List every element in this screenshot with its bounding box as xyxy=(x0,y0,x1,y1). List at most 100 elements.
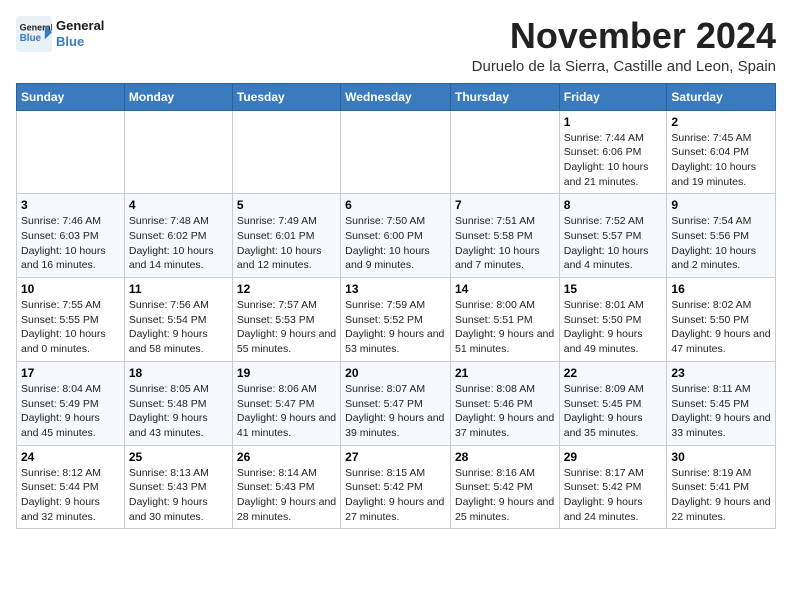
svg-text:Blue: Blue xyxy=(20,33,42,44)
calendar-table: SundayMondayTuesdayWednesdayThursdayFrid… xyxy=(16,83,776,530)
logo: General Blue General Blue xyxy=(16,16,104,52)
day-info: Sunrise: 8:04 AM Sunset: 5:49 PM Dayligh… xyxy=(21,382,120,441)
day-number: 2 xyxy=(671,115,771,129)
calendar-cell: 3 Sunrise: 7:46 AM Sunset: 6:03 PM Daylig… xyxy=(17,194,125,278)
day-number: 4 xyxy=(129,198,228,212)
calendar-cell: 2Sunrise: 7:45 AM Sunset: 6:04 PM Daylig… xyxy=(667,110,776,194)
day-number: 5 xyxy=(237,198,336,212)
day-info: Sunrise: 8:11 AM Sunset: 5:45 PM Dayligh… xyxy=(671,382,771,441)
weekday-header: Tuesday xyxy=(232,83,340,110)
day-info: Sunrise: 7:52 AM Sunset: 5:57 PM Dayligh… xyxy=(564,214,663,273)
day-number: 26 xyxy=(237,450,336,464)
calendar-cell: 10 Sunrise: 7:55 AM Sunset: 5:55 PM Dayli… xyxy=(17,278,125,362)
day-info: Sunrise: 7:50 AM Sunset: 6:00 PM Dayligh… xyxy=(345,214,446,273)
day-number: 3 xyxy=(21,198,120,212)
calendar-cell xyxy=(232,110,340,194)
calendar-cell: 25 Sunrise: 8:13 AM Sunset: 5:43 PM Dayli… xyxy=(124,445,232,529)
calendar-cell: 11 Sunrise: 7:56 AM Sunset: 5:54 PM Dayli… xyxy=(124,278,232,362)
day-number: 11 xyxy=(129,282,228,296)
day-info: Sunrise: 7:59 AM Sunset: 5:52 PM Dayligh… xyxy=(345,298,446,357)
day-number: 13 xyxy=(345,282,446,296)
calendar-cell: 19 Sunrise: 8:06 AM Sunset: 5:47 PM Dayli… xyxy=(232,361,340,445)
day-info: Sunrise: 8:01 AM Sunset: 5:50 PM Dayligh… xyxy=(564,298,663,357)
calendar-cell xyxy=(450,110,559,194)
day-number: 14 xyxy=(455,282,555,296)
day-info: Sunrise: 8:07 AM Sunset: 5:47 PM Dayligh… xyxy=(345,382,446,441)
logo-text: General Blue xyxy=(56,18,104,49)
calendar-cell: 8 Sunrise: 7:52 AM Sunset: 5:57 PM Daylig… xyxy=(559,194,667,278)
calendar-cell: 29 Sunrise: 8:17 AM Sunset: 5:42 PM Dayli… xyxy=(559,445,667,529)
day-number: 24 xyxy=(21,450,120,464)
calendar-cell: 27 Sunrise: 8:15 AM Sunset: 5:42 PM Dayli… xyxy=(341,445,451,529)
day-info: Sunrise: 8:19 AM Sunset: 5:41 PM Dayligh… xyxy=(671,466,771,525)
calendar-week: 24Sunrise: 8:12 AM Sunset: 5:44 PM Dayli… xyxy=(17,445,776,529)
day-info: Sunrise: 7:56 AM Sunset: 5:54 PM Dayligh… xyxy=(129,298,228,357)
day-number: 18 xyxy=(129,366,228,380)
day-info: Sunrise: 8:13 AM Sunset: 5:43 PM Dayligh… xyxy=(129,466,228,525)
location-subtitle: Duruelo de la Sierra, Castille and Leon,… xyxy=(472,58,776,75)
calendar-cell: 4 Sunrise: 7:48 AM Sunset: 6:02 PM Daylig… xyxy=(124,194,232,278)
calendar-week: 3 Sunrise: 7:46 AM Sunset: 6:03 PM Daylig… xyxy=(17,194,776,278)
calendar-cell: 1 Sunrise: 7:44 AM Sunset: 6:06 PM Daylig… xyxy=(559,110,667,194)
calendar-cell: 24Sunrise: 8:12 AM Sunset: 5:44 PM Dayli… xyxy=(17,445,125,529)
day-info: Sunrise: 8:00 AM Sunset: 5:51 PM Dayligh… xyxy=(455,298,555,357)
day-number: 21 xyxy=(455,366,555,380)
calendar-cell: 17 Sunrise: 8:04 AM Sunset: 5:49 PM Dayli… xyxy=(17,361,125,445)
weekday-header: Wednesday xyxy=(341,83,451,110)
day-number: 23 xyxy=(671,366,771,380)
weekday-header: Friday xyxy=(559,83,667,110)
day-number: 7 xyxy=(455,198,555,212)
weekday-header: Monday xyxy=(124,83,232,110)
day-number: 20 xyxy=(345,366,446,380)
day-info: Sunrise: 8:17 AM Sunset: 5:42 PM Dayligh… xyxy=(564,466,663,525)
day-info: Sunrise: 7:54 AM Sunset: 5:56 PM Dayligh… xyxy=(671,214,771,273)
day-info: Sunrise: 8:02 AM Sunset: 5:50 PM Dayligh… xyxy=(671,298,771,357)
day-info: Sunrise: 7:46 AM Sunset: 6:03 PM Dayligh… xyxy=(21,214,120,273)
day-number: 1 xyxy=(564,115,663,129)
logo-icon: General Blue xyxy=(16,16,52,52)
calendar-week: 10 Sunrise: 7:55 AM Sunset: 5:55 PM Dayli… xyxy=(17,278,776,362)
calendar-cell: 6 Sunrise: 7:50 AM Sunset: 6:00 PM Daylig… xyxy=(341,194,451,278)
day-number: 8 xyxy=(564,198,663,212)
day-info: Sunrise: 8:09 AM Sunset: 5:45 PM Dayligh… xyxy=(564,382,663,441)
calendar-cell: 22 Sunrise: 8:09 AM Sunset: 5:45 PM Dayli… xyxy=(559,361,667,445)
day-info: Sunrise: 7:44 AM Sunset: 6:06 PM Dayligh… xyxy=(564,131,663,190)
calendar-week: 17 Sunrise: 8:04 AM Sunset: 5:49 PM Dayli… xyxy=(17,361,776,445)
weekday-header: Saturday xyxy=(667,83,776,110)
day-info: Sunrise: 8:06 AM Sunset: 5:47 PM Dayligh… xyxy=(237,382,336,441)
calendar-cell: 30Sunrise: 8:19 AM Sunset: 5:41 PM Dayli… xyxy=(667,445,776,529)
day-number: 6 xyxy=(345,198,446,212)
day-number: 29 xyxy=(564,450,663,464)
day-number: 19 xyxy=(237,366,336,380)
day-info: Sunrise: 8:14 AM Sunset: 5:43 PM Dayligh… xyxy=(237,466,336,525)
day-number: 27 xyxy=(345,450,446,464)
calendar-cell: 21 Sunrise: 8:08 AM Sunset: 5:46 PM Dayli… xyxy=(450,361,559,445)
day-info: Sunrise: 8:08 AM Sunset: 5:46 PM Dayligh… xyxy=(455,382,555,441)
day-info: Sunrise: 8:15 AM Sunset: 5:42 PM Dayligh… xyxy=(345,466,446,525)
calendar-cell: 15 Sunrise: 8:01 AM Sunset: 5:50 PM Dayli… xyxy=(559,278,667,362)
calendar-cell xyxy=(124,110,232,194)
calendar-cell: 13 Sunrise: 7:59 AM Sunset: 5:52 PM Dayli… xyxy=(341,278,451,362)
calendar-cell: 26 Sunrise: 8:14 AM Sunset: 5:43 PM Dayli… xyxy=(232,445,340,529)
day-number: 10 xyxy=(21,282,120,296)
calendar-cell: 28Sunrise: 8:16 AM Sunset: 5:42 PM Dayli… xyxy=(450,445,559,529)
calendar-body: 1 Sunrise: 7:44 AM Sunset: 6:06 PM Daylig… xyxy=(17,110,776,529)
calendar-cell: 5Sunrise: 7:49 AM Sunset: 6:01 PM Daylig… xyxy=(232,194,340,278)
page-header: General Blue General Blue November 2024 … xyxy=(16,16,776,75)
calendar-cell xyxy=(17,110,125,194)
title-block: November 2024 Duruelo de la Sierra, Cast… xyxy=(472,16,776,75)
calendar-cell: 14 Sunrise: 8:00 AM Sunset: 5:51 PM Dayli… xyxy=(450,278,559,362)
day-info: Sunrise: 7:55 AM Sunset: 5:55 PM Dayligh… xyxy=(21,298,120,357)
day-number: 22 xyxy=(564,366,663,380)
calendar-week: 1 Sunrise: 7:44 AM Sunset: 6:06 PM Daylig… xyxy=(17,110,776,194)
day-info: Sunrise: 8:05 AM Sunset: 5:48 PM Dayligh… xyxy=(129,382,228,441)
weekday-header: Sunday xyxy=(17,83,125,110)
day-number: 17 xyxy=(21,366,120,380)
day-number: 15 xyxy=(564,282,663,296)
day-info: Sunrise: 7:48 AM Sunset: 6:02 PM Dayligh… xyxy=(129,214,228,273)
calendar-cell xyxy=(341,110,451,194)
calendar-cell: 18 Sunrise: 8:05 AM Sunset: 5:48 PM Dayli… xyxy=(124,361,232,445)
day-info: Sunrise: 7:57 AM Sunset: 5:53 PM Dayligh… xyxy=(237,298,336,357)
day-number: 25 xyxy=(129,450,228,464)
day-info: Sunrise: 7:51 AM Sunset: 5:58 PM Dayligh… xyxy=(455,214,555,273)
